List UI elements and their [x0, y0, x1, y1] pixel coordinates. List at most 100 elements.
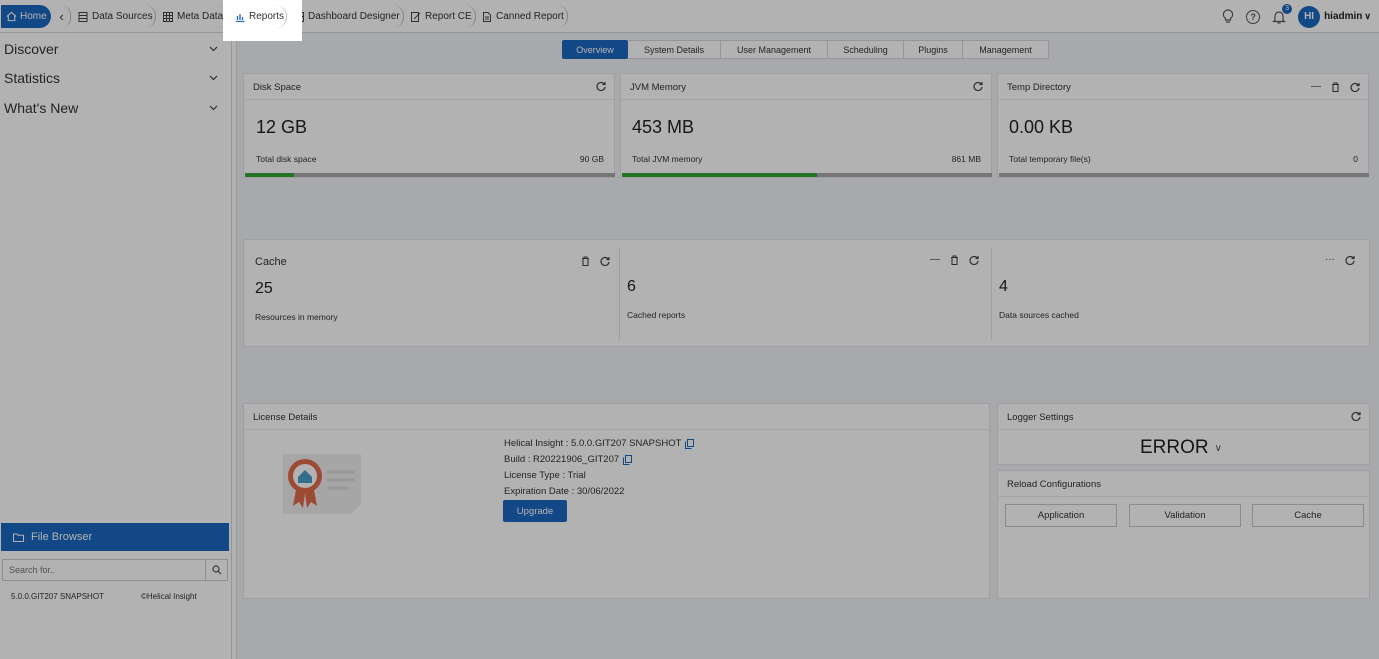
card-title: License Details: [244, 404, 989, 430]
user-menu[interactable]: hiadmin ∨: [1324, 11, 1371, 22]
refresh-icon[interactable]: [596, 81, 606, 91]
username-label: hiadmin: [1324, 11, 1363, 22]
log-level-value: ERROR: [1140, 437, 1209, 458]
card-title: Disk Space: [244, 74, 614, 100]
home-icon: [6, 11, 17, 22]
tab-scheduling[interactable]: Scheduling: [828, 40, 904, 59]
card-title: JVM Memory: [621, 74, 991, 100]
license-expiration: Expiration Date : 30/06/2022: [504, 486, 625, 497]
document-icon: [483, 11, 491, 22]
license-type: License Type : Trial: [504, 470, 586, 481]
chevron-left-icon: ‹: [59, 9, 64, 24]
license-card: License Details Helical Insight : 5.0.0.…: [243, 403, 990, 599]
refresh-icon[interactable]: [1351, 411, 1361, 421]
trash-icon[interactable]: [1331, 81, 1340, 92]
refresh-icon[interactable]: [600, 256, 610, 266]
reload-application-button[interactable]: Application: [1005, 504, 1117, 527]
log-level-select[interactable]: ERROR ∨: [1140, 437, 1222, 459]
home-button[interactable]: Home: [1, 5, 51, 28]
tab-report-ce[interactable]: Report CE: [407, 5, 476, 28]
lightbulb-icon[interactable]: [1222, 9, 1234, 24]
sidebar-item-label: What's New: [4, 100, 79, 116]
logger-settings-card: Logger Settings ERROR ∨: [997, 403, 1370, 465]
bar-chart-icon: [236, 13, 245, 22]
cache-resource-tools: [581, 256, 610, 266]
back-button[interactable]: ‹: [53, 5, 71, 28]
main-content: Overview System Details User Management …: [236, 33, 1379, 659]
temp-progress-bar: [999, 173, 1369, 177]
minimize-icon[interactable]: —: [1311, 81, 1321, 92]
sidebar-item-whats-new[interactable]: What's New: [0, 93, 230, 123]
chevron-down-icon: [209, 105, 218, 111]
refresh-icon[interactable]: [1350, 82, 1360, 92]
version-label: 5.0.0.GIT207 SNAPSHOT: [11, 592, 104, 601]
license-product: Helical Insight : 5.0.0.GIT207 SNAPSHOT: [504, 438, 695, 449]
more-icon[interactable]: ···: [1325, 254, 1335, 265]
tab-management[interactable]: Management: [963, 40, 1049, 59]
sidebar-item-label: Statistics: [4, 70, 61, 86]
brand-label: ©Helical Insight: [141, 592, 197, 601]
folder-icon: [13, 533, 24, 542]
refresh-icon[interactable]: [973, 81, 983, 91]
minimize-icon[interactable]: —: [930, 254, 940, 265]
cache-datasources-value: 4: [999, 278, 1008, 295]
tab-meta-data[interactable]: Meta Data: [159, 5, 228, 28]
sidebar-item-statistics[interactable]: Statistics: [0, 63, 230, 93]
sidebar-item-discover[interactable]: Discover: [0, 34, 230, 64]
notification-badge: 3: [1282, 3, 1293, 14]
card-title: Cache: [255, 256, 287, 268]
home-label: Home: [20, 11, 47, 22]
tab-label: Data Sources: [92, 11, 153, 22]
tab-label: Dashboard Designer: [308, 11, 400, 22]
temp-label: Total temporary file(s): [1009, 154, 1091, 164]
license-product-text: Helical Insight : 5.0.0.GIT207 SNAPSHOT: [504, 438, 682, 449]
cache-resources-label: Resources in memory: [255, 312, 338, 322]
jvm-label: Total JVM memory: [632, 154, 703, 164]
temp-total: 0: [1353, 154, 1358, 164]
chevron-down-icon: [209, 46, 218, 52]
trash-icon[interactable]: [581, 256, 590, 266]
card-title: Reload Configurations: [998, 471, 1369, 497]
edit-doc-icon: [411, 11, 421, 22]
tab-dashboard-designer[interactable]: Dashboard Designer: [290, 5, 404, 28]
copy-icon[interactable]: [623, 454, 633, 465]
notifications-button[interactable]: 3: [1272, 3, 1293, 25]
trash-icon[interactable]: [950, 254, 959, 265]
refresh-icon[interactable]: [969, 255, 979, 265]
help-icon[interactable]: ?: [1246, 9, 1261, 24]
temp-value: 0.00 KB: [1009, 117, 1074, 137]
chevron-down-icon: ∨: [1364, 11, 1371, 21]
tab-user-management[interactable]: User Management: [721, 40, 828, 59]
copy-icon[interactable]: [685, 438, 695, 449]
search-button[interactable]: [205, 560, 227, 580]
file-browser-label: File Browser: [31, 531, 93, 543]
sidebar: Discover Statistics What's New File Brow…: [0, 33, 232, 659]
grid-icon: [163, 11, 173, 22]
tab-canned-report[interactable]: Canned Report: [478, 5, 568, 28]
reload-validation-button[interactable]: Validation: [1129, 504, 1241, 527]
avatar[interactable]: HI: [1298, 5, 1321, 28]
tab-overview[interactable]: Overview: [562, 40, 628, 59]
disk-value: 12 GB: [256, 117, 308, 137]
tab-plugins[interactable]: Plugins: [904, 40, 963, 59]
cache-card: Cache 25 Resources in memory — 6 Cached …: [243, 239, 1370, 347]
cache-datasources-label: Data sources cached: [999, 310, 1079, 320]
tab-data-sources[interactable]: Data Sources: [74, 5, 156, 28]
refresh-icon[interactable]: [1345, 255, 1355, 265]
license-build-text: Build : R20221906_GIT207: [504, 454, 620, 465]
file-search: [2, 559, 228, 581]
search-input[interactable]: [3, 565, 205, 575]
cache-reports-tools: —: [930, 254, 979, 265]
divider: [991, 248, 992, 340]
certificate-icon: [283, 454, 361, 514]
file-browser-button[interactable]: File Browser: [1, 523, 229, 551]
reload-cache-button[interactable]: Cache: [1252, 504, 1364, 527]
tab-label: Canned Report: [496, 11, 564, 22]
upgrade-button[interactable]: Upgrade: [503, 500, 567, 522]
cache-reports-value: 6: [627, 278, 636, 295]
tab-system-details[interactable]: System Details: [628, 40, 721, 59]
temp-directory-card: Temp Directory — 0.00 KB Total temporary…: [997, 73, 1369, 178]
tab-reports[interactable]: Reports: [231, 5, 287, 28]
reload-config-card: Reload Configurations Application Valida…: [997, 470, 1370, 599]
cache-resources-value: 25: [255, 280, 273, 297]
